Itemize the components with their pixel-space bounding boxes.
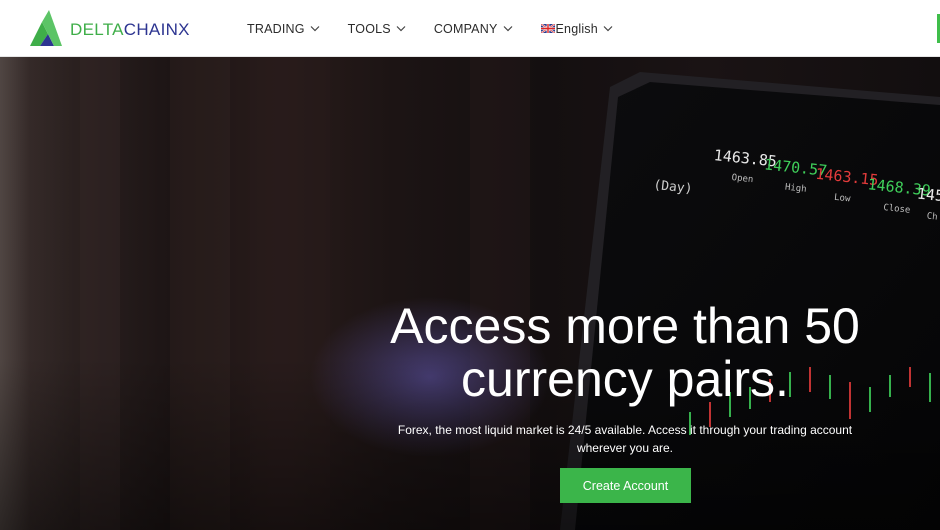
nav-item-trading[interactable]: TRADING — [247, 22, 320, 36]
language-selector[interactable]: English — [540, 21, 613, 36]
chevron-down-icon — [396, 26, 406, 32]
screen-quote-label: Low — [834, 193, 852, 205]
create-account-button[interactable]: Create Account — [560, 468, 691, 503]
brand-name-part1: DELTA — [70, 20, 124, 39]
hero-title-line1: Access more than 50 — [390, 298, 860, 354]
nav-item-label: TOOLS — [347, 21, 391, 36]
screen-quote-label: Ch — [926, 212, 938, 223]
brand-name: DELTACHAINX — [70, 20, 190, 40]
brand-name-part2: CHAINX — [123, 20, 190, 39]
hero-subtitle: Forex, the most liquid market is 24/5 av… — [397, 423, 853, 455]
language-label: English — [555, 21, 598, 36]
chevron-down-icon — [310, 26, 320, 32]
chevron-down-icon — [603, 26, 613, 32]
main-nav: TRADING TOOLS COMPANY English — [247, 0, 641, 57]
hero-title-line2: currency pairs. — [461, 351, 789, 407]
hero-background-image: (Day) 1463.85 Open 1470.57 High 1463.15 … — [0, 57, 940, 530]
hero-title: Access more than 50 currency pairs. — [330, 300, 920, 406]
chevron-down-icon — [503, 26, 512, 32]
nav-item-label: COMPANY — [433, 21, 498, 36]
hero-section: (Day) 1463.85 Open 1470.57 High 1463.15 … — [0, 57, 940, 530]
top-navbar: DELTACHAINX TRADING TOOLS COMPANY Englis… — [0, 0, 940, 57]
logo-mark-icon — [30, 10, 62, 46]
nav-item-company[interactable]: COMPANY — [434, 22, 513, 36]
brand-logo[interactable]: DELTACHAINX — [28, 8, 190, 48]
nav-item-tools[interactable]: TOOLS — [348, 22, 406, 36]
nav-item-label: TRADING — [247, 21, 305, 36]
uk-flag-icon — [540, 24, 555, 33]
